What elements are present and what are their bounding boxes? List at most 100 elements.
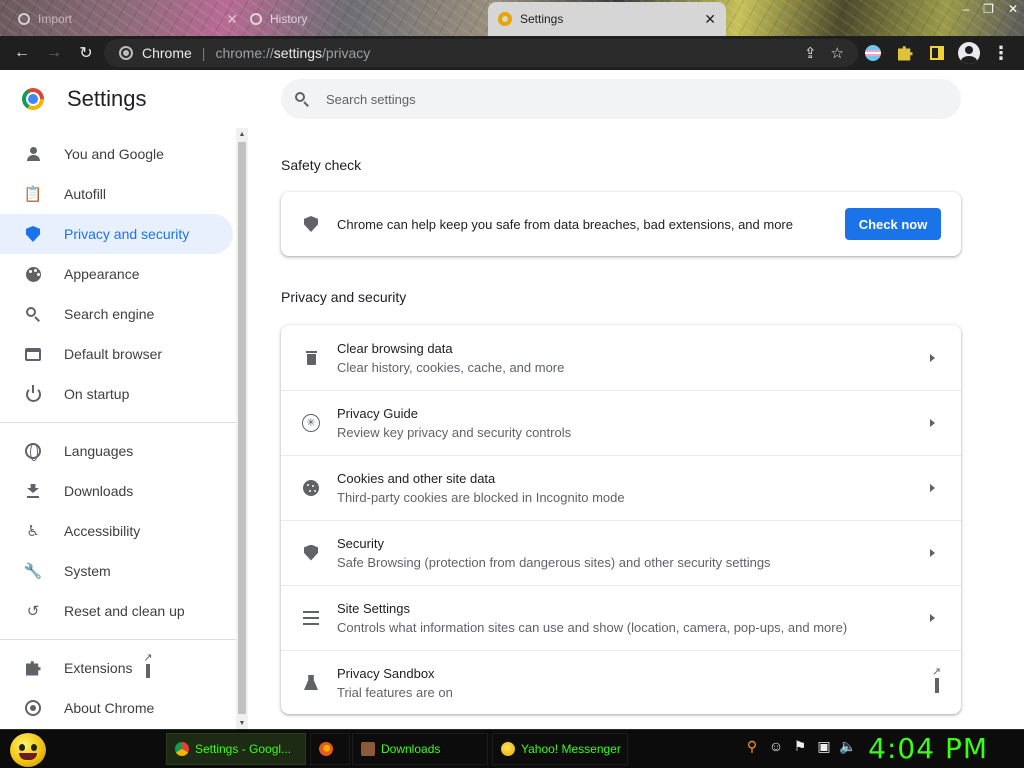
chrome-icon <box>175 742 189 756</box>
taskbar-item-label: Settings - Googl... <box>195 742 292 756</box>
sidebar-item-label: Languages <box>64 443 134 459</box>
sidebar-item-autofill[interactable]: 📋 Autofill <box>0 174 233 214</box>
safety-check-text: Chrome can help keep you safe from data … <box>337 216 793 232</box>
settings-header: Settings <box>0 70 250 128</box>
sidebar-item-languages[interactable]: Languages <box>0 431 233 471</box>
row-subtitle: Safe Browsing (protection from dangerous… <box>337 554 771 570</box>
sidebar-item-downloads[interactable]: Downloads <box>0 471 233 511</box>
sidebar-scrollbar[interactable]: ▲ ▼ <box>236 128 248 729</box>
search-settings-box[interactable] <box>281 79 961 119</box>
row-title: Privacy Sandbox <box>337 665 435 681</box>
sidebar-item-extensions[interactable]: Extensions <box>0 648 233 688</box>
tab-title: History <box>270 12 308 26</box>
taskbar-item-downloads[interactable]: Downloads <box>352 733 488 765</box>
sidebar-item-search-engine[interactable]: Search engine <box>0 294 233 334</box>
forward-button[interactable]: → <box>38 37 70 69</box>
tab-import[interactable]: Import ✕ <box>18 2 248 36</box>
chrome-site-icon <box>119 46 133 60</box>
start-button-smiley-icon[interactable] <box>10 733 46 767</box>
sidebar-divider <box>0 422 236 423</box>
row-subtitle: Third-party cookies are blocked in Incog… <box>337 489 625 505</box>
sidebar-item-about-chrome[interactable]: About Chrome <box>0 688 233 728</box>
palette-icon <box>24 265 42 283</box>
sidebar-item-accessibility[interactable]: ♿ Accessibility <box>0 511 233 551</box>
profile-avatar[interactable] <box>958 42 980 64</box>
history-icon <box>250 13 262 25</box>
privacy-security-card: Clear browsing data Clear history, cooki… <box>281 325 961 714</box>
tab-title: Settings <box>520 12 564 26</box>
taskbar-item-firefox[interactable] <box>310 733 350 765</box>
globe-icon <box>24 442 42 461</box>
tune-icon <box>302 609 320 627</box>
sidebar-item-label: Search engine <box>64 306 155 322</box>
scroll-up-arrow-icon[interactable]: ▲ <box>236 128 248 140</box>
more-menu-icon[interactable]: ⋮ <box>990 42 1012 64</box>
extension-flag-icon[interactable] <box>862 42 884 64</box>
sidebar-item-on-startup[interactable]: On startup <box>0 374 233 414</box>
taskbar: Settings - Googl... Downloads Yahoo! Mes… <box>0 729 1024 768</box>
tab-favicon-icon <box>18 13 30 25</box>
row-cookies[interactable]: Cookies and other site data Third-party … <box>281 455 961 520</box>
maximize-button[interactable]: ❐ <box>983 2 994 16</box>
row-security[interactable]: Security Safe Browsing (protection from … <box>281 520 961 585</box>
trash-icon <box>302 349 320 367</box>
person-icon <box>24 145 42 163</box>
flag-icon[interactable]: ⚑ <box>792 738 808 754</box>
sidebar-item-you-and-google[interactable]: You and Google <box>0 134 233 174</box>
sidebar-item-system[interactable]: 🔧 System <box>0 551 233 591</box>
row-subtitle: Controls what information sites can use … <box>337 619 848 635</box>
sidebar-item-default-browser[interactable]: Default browser <box>0 334 233 374</box>
chevron-right-icon <box>930 483 935 492</box>
tab-close-icon[interactable]: ✕ <box>704 12 716 26</box>
network-icon[interactable]: ▣ <box>816 738 832 754</box>
search-icon <box>295 92 309 107</box>
volume-icon[interactable]: 🔈 <box>839 738 856 754</box>
row-privacy-guide[interactable]: ✳ Privacy Guide Review key privacy and s… <box>281 390 961 455</box>
side-panel-icon[interactable] <box>926 42 948 64</box>
extensions-puzzle-icon[interactable] <box>894 42 916 64</box>
row-privacy-sandbox[interactable]: Privacy Sandbox Trial features are on <box>281 650 961 715</box>
taskbar-item-settings[interactable]: Settings - Googl... <box>166 733 306 765</box>
url-path: /privacy <box>322 45 371 61</box>
sidebar-item-label: Reset and clean up <box>64 603 185 619</box>
tab-settings[interactable]: Settings ✕ <box>488 2 726 36</box>
back-button[interactable]: ← <box>6 37 38 69</box>
row-subtitle: Clear history, cookies, cache, and more <box>337 359 565 375</box>
row-clear-browsing-data[interactable]: Clear browsing data Clear history, cooki… <box>281 325 961 390</box>
sidebar-item-privacy-and-security[interactable]: Privacy and security <box>0 214 233 254</box>
minimize-button[interactable]: – <box>962 2 969 16</box>
search-icon[interactable]: ⚲ <box>744 738 760 754</box>
safety-check-heading: Safety check <box>281 157 362 173</box>
tab-history[interactable]: History <box>250 2 480 36</box>
power-icon <box>24 384 42 403</box>
taskbar-item-label: Yahoo! Messenger <box>521 742 621 756</box>
tab-close-icon[interactable]: ✕ <box>226 12 238 26</box>
taskbar-item-yahoo-messenger[interactable]: Yahoo! Messenger <box>492 733 628 765</box>
search-input[interactable] <box>326 91 926 107</box>
row-subtitle: Review key privacy and security controls <box>337 424 572 440</box>
accessibility-icon: ♿ <box>26 523 40 540</box>
row-site-settings[interactable]: Site Settings Controls what information … <box>281 585 961 650</box>
browser-icon <box>24 345 42 363</box>
messenger-tray-icon[interactable]: ☺ <box>768 738 784 754</box>
bookmark-star-icon[interactable]: ☆ <box>831 44 844 62</box>
sidebar-item-label: Default browser <box>64 346 163 362</box>
address-bar[interactable]: Chrome | chrome:// settings /privacy ⇪ ☆ <box>104 39 858 67</box>
url-host: settings <box>273 45 323 61</box>
window-controls: – ❐ ✕ <box>962 0 1018 18</box>
download-icon <box>24 482 42 500</box>
chevron-right-icon <box>930 548 935 557</box>
check-now-button[interactable]: Check now <box>845 208 941 240</box>
wrench-icon: 🔧 <box>23 563 43 580</box>
sidebar-item-appearance[interactable]: Appearance <box>0 254 233 294</box>
scrollbar-thumb[interactable] <box>238 142 246 714</box>
share-icon[interactable]: ⇪ <box>804 44 817 62</box>
sidebar-item-reset-and-clean-up[interactable]: ↺ Reset and clean up <box>0 591 233 631</box>
scroll-down-arrow-icon[interactable]: ▼ <box>236 717 248 729</box>
taskbar-clock[interactable]: 4:04 PM <box>868 732 988 765</box>
sidebar-item-label: Privacy and security <box>64 226 190 242</box>
reload-button[interactable]: ↻ <box>70 37 102 69</box>
close-window-button[interactable]: ✕ <box>1008 2 1018 16</box>
url-scheme: chrome:// <box>215 45 274 61</box>
row-title: Privacy Guide <box>337 405 418 421</box>
